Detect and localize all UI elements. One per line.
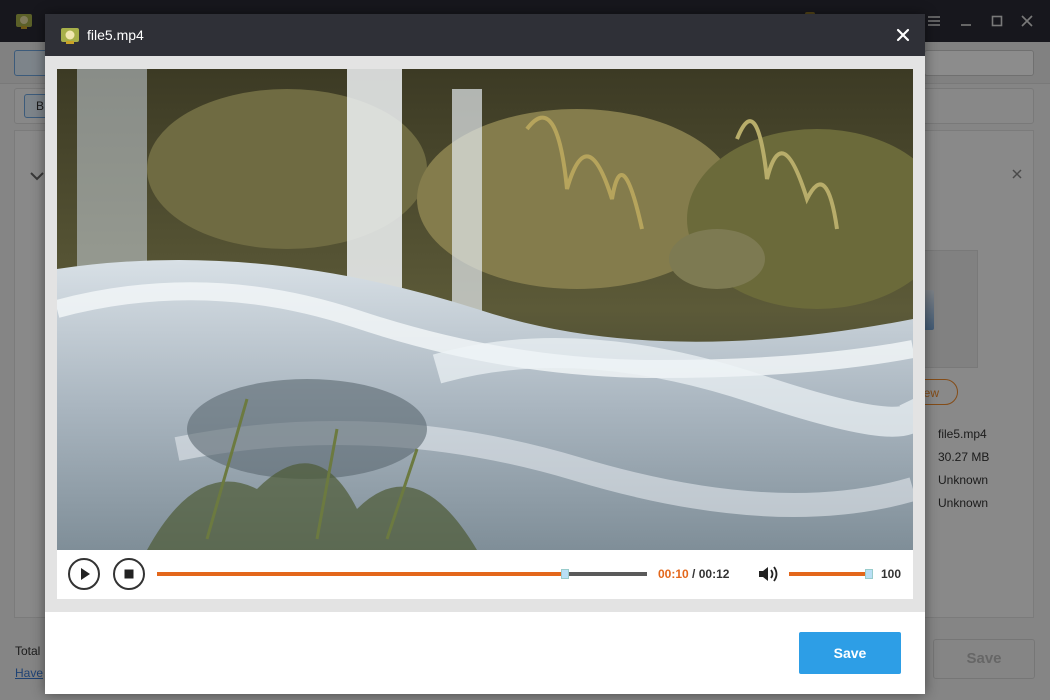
save-button[interactable]: Save [799, 632, 901, 674]
stop-button[interactable] [113, 558, 145, 590]
total-time: 00:12 [698, 567, 730, 581]
time-separator: / [688, 567, 699, 581]
video-frame[interactable] [57, 69, 913, 550]
app-logo-icon [61, 28, 79, 44]
volume-icon[interactable] [757, 564, 779, 584]
seek-progress [157, 572, 566, 576]
dialog-title: file5.mp4 [87, 27, 144, 43]
time-display: 00:10 / 00:12 [658, 567, 729, 581]
seek-handle[interactable] [561, 569, 570, 579]
play-icon [81, 568, 90, 580]
volume-handle[interactable] [865, 569, 873, 579]
play-button[interactable] [68, 558, 100, 590]
seek-bar[interactable] [157, 569, 647, 579]
volume-slider[interactable] [789, 569, 873, 579]
current-time: 00:10 [658, 567, 689, 581]
stop-icon [124, 569, 134, 579]
preview-dialog: file5.mp4 00:10 / 00:12 100 Save [45, 14, 925, 694]
volume-level [789, 572, 869, 576]
close-icon[interactable] [893, 25, 913, 45]
dialog-header: file5.mp4 [45, 14, 925, 56]
video-player: 00:10 / 00:12 100 [45, 56, 925, 612]
player-controls: 00:10 / 00:12 100 [57, 550, 913, 599]
volume-value: 100 [881, 567, 902, 581]
